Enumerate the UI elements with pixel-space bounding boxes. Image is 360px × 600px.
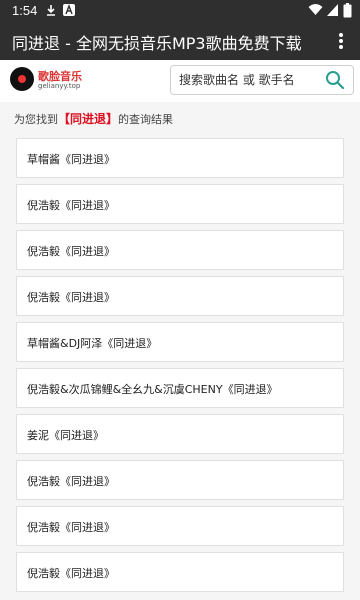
song-item[interactable]: 倪浩毅《同进退》 [16,460,344,500]
song-title: 倪浩毅《同进退》 [27,199,115,212]
results-panel: 为您找到【同进退】的查询结果 草帽酱《同进退》 倪浩毅《同进退》 倪浩毅《同进退… [0,102,360,600]
disc-icon [10,67,34,91]
song-item[interactable]: 姜泥《同进退》 [16,414,344,454]
battery-icon [343,3,352,18]
song-item[interactable]: 倪浩毅&次瓜锦鲤&全幺九&沉虞CHENY《同进退》 [16,368,344,408]
download-icon [47,5,55,16]
song-item[interactable]: 倪浩毅《同进退》 [16,184,344,224]
search-box [170,65,354,95]
song-title: 倪浩毅《同进退》 [27,245,115,258]
signal-icon [327,4,338,16]
logo-subtext: gelianyy.top [38,82,81,90]
song-title: 草帽酱《同进退》 [27,153,115,166]
status-time: 1:54 [12,3,38,18]
song-title: 倪浩毅《同进退》 [27,291,115,304]
song-title: 草帽酱&DJ阿泽《同进退》 [27,337,158,350]
song-title: 倪浩毅《同进退》 [27,521,115,534]
results-suffix: 的查询结果 [118,113,174,126]
page-title: 同进退 - 全网无损音乐MP3歌曲免费下载 [12,34,302,53]
song-item[interactable]: 倪浩毅《同进退》 [16,276,344,316]
app-bar: 同进退 - 全网无损音乐MP3歌曲免费下载 [0,22,360,60]
more-vert-icon[interactable] [332,32,350,50]
wifi-icon [308,4,323,15]
song-item[interactable]: 草帽酱《同进退》 [16,138,344,178]
song-item[interactable]: 倪浩毅《同进退》 [16,230,344,270]
song-title: 姜泥《同进退》 [27,429,104,442]
song-title: 倪浩毅&次瓜锦鲤&全幺九&沉虞CHENY《同进退》 [27,383,278,396]
song-item[interactable]: 倪浩毅《同进退》 [16,506,344,546]
site-header: 歌脸音乐 gelianyy.top [0,60,360,100]
song-title: 倪浩毅《同进退》 [27,475,115,488]
song-item[interactable]: 草帽酱&DJ阿泽《同进退》 [16,322,344,362]
site-logo[interactable]: 歌脸音乐 gelianyy.top [10,65,100,97]
search-input[interactable] [171,66,321,94]
search-icon[interactable] [325,70,345,90]
search-keyword: 【同进退】 [58,112,119,126]
results-prefix: 为您找到 [14,113,58,126]
a-box-icon [63,4,75,16]
results-summary: 为您找到【同进退】的查询结果 [14,110,173,127]
status-bar: 1:54 [0,0,360,22]
song-title: 倪浩毅《同进退》 [27,567,115,580]
song-item[interactable]: 倪浩毅《同进退》 [16,552,344,592]
